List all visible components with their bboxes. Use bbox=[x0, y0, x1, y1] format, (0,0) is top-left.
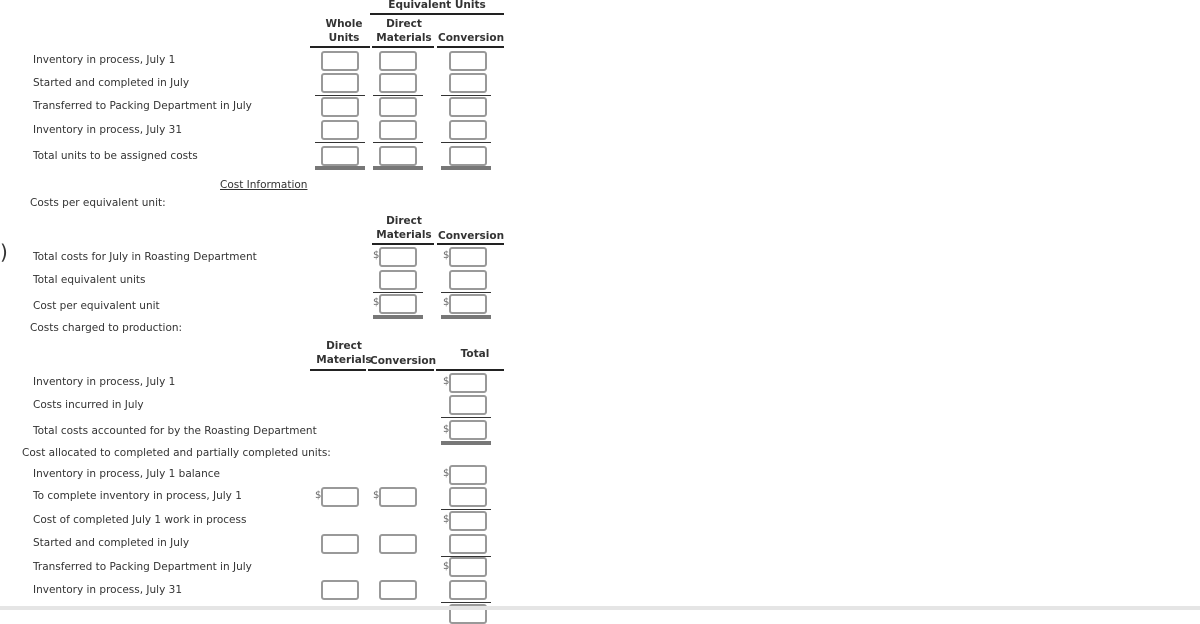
row-label: Started and completed in July bbox=[33, 537, 190, 549]
edge-fragment: ) bbox=[0, 240, 8, 264]
whole-units-header: Whole Units bbox=[325, 18, 363, 44]
divider bbox=[441, 95, 491, 96]
cost-information-link[interactable]: Cost Information bbox=[220, 179, 307, 191]
divider bbox=[441, 166, 491, 170]
total-costs-incurred-input[interactable] bbox=[449, 395, 487, 415]
row-label: Inventory in process, July 1 bbox=[33, 376, 176, 388]
divider bbox=[310, 369, 366, 371]
divider bbox=[372, 243, 434, 245]
row-label: Inventory in process, July 1 balance bbox=[33, 468, 221, 480]
conversion-header: Conversion bbox=[438, 230, 505, 242]
row-label: Started and completed in July bbox=[33, 77, 190, 89]
conversion-units-input[interactable] bbox=[449, 51, 487, 71]
row-label: To complete inventory in process, July 1 bbox=[33, 490, 242, 502]
dm-to-complete-input[interactable] bbox=[321, 487, 359, 507]
conversion-inventory-july31-input[interactable] bbox=[379, 580, 417, 600]
conversion-units-input[interactable] bbox=[449, 73, 487, 93]
dm-inventory-july31-input[interactable] bbox=[321, 580, 359, 600]
whole-units-input[interactable] bbox=[321, 51, 359, 71]
row-label: Total equivalent units bbox=[33, 274, 146, 286]
total-transferred-input[interactable] bbox=[449, 557, 487, 577]
row-label: Cost per equivalent unit bbox=[33, 300, 160, 312]
divider bbox=[441, 142, 491, 143]
divider bbox=[441, 602, 491, 603]
whole-units-input[interactable] bbox=[321, 97, 359, 117]
divider bbox=[373, 166, 423, 170]
divider bbox=[373, 142, 423, 143]
row-label: Inventory in process, July 1 bbox=[33, 54, 176, 66]
divider bbox=[373, 292, 423, 293]
divider bbox=[437, 46, 504, 48]
divider bbox=[373, 315, 423, 319]
row-label: Cost of completed July 1 work in process bbox=[33, 514, 247, 526]
footer-strip bbox=[0, 606, 1200, 610]
dm-units-input[interactable] bbox=[379, 97, 417, 117]
total-costs-accounted-input[interactable] bbox=[449, 420, 487, 440]
divider bbox=[441, 417, 491, 418]
equivalent-units-header: Equivalent Units bbox=[388, 0, 486, 11]
divider bbox=[372, 46, 434, 48]
total-completed-wip-input[interactable] bbox=[449, 511, 487, 531]
divider bbox=[368, 369, 434, 371]
conversion-units-input[interactable] bbox=[449, 97, 487, 117]
row-label: Transferred to Packing Department in Jul… bbox=[33, 100, 252, 112]
conversion-cost-per-unit-input[interactable] bbox=[449, 294, 487, 314]
conversion-units-input[interactable] bbox=[449, 146, 487, 166]
divider bbox=[315, 95, 365, 96]
dm-total-costs-input[interactable] bbox=[379, 247, 417, 267]
row-label: Inventory in process, July 31 bbox=[33, 124, 183, 136]
divider bbox=[441, 292, 491, 293]
divider bbox=[370, 13, 504, 15]
conversion-header: Conversion bbox=[370, 355, 437, 367]
divider bbox=[441, 441, 491, 445]
dm-equivalent-units-input[interactable] bbox=[379, 270, 417, 290]
direct-materials-header: Direct Materials bbox=[376, 215, 432, 241]
row-label: Inventory in process, July 31 bbox=[33, 584, 183, 596]
divider bbox=[310, 46, 370, 48]
row-label: Total units to be assigned costs bbox=[33, 150, 198, 162]
section-heading: Costs charged to production: bbox=[30, 322, 183, 334]
whole-units-input[interactable] bbox=[321, 120, 359, 140]
divider bbox=[441, 509, 491, 510]
conversion-total-costs-input[interactable] bbox=[449, 247, 487, 267]
conversion-started-completed-input[interactable] bbox=[379, 534, 417, 554]
direct-materials-header: Direct Materials bbox=[376, 18, 432, 44]
section-heading: Costs per equivalent unit: bbox=[30, 197, 166, 209]
total-started-completed-input[interactable] bbox=[449, 534, 487, 554]
total-header: Total bbox=[460, 348, 490, 360]
dm-units-input[interactable] bbox=[379, 120, 417, 140]
total-inventory-july31-input[interactable] bbox=[449, 580, 487, 600]
dm-started-completed-input[interactable] bbox=[321, 534, 359, 554]
row-label: Costs incurred in July bbox=[33, 399, 144, 411]
dm-units-input[interactable] bbox=[379, 146, 417, 166]
conversion-units-input[interactable] bbox=[449, 120, 487, 140]
total-inventory-balance-input[interactable] bbox=[449, 465, 487, 485]
direct-materials-header: Direct Materials bbox=[316, 340, 372, 366]
divider bbox=[441, 315, 491, 319]
section-heading: Cost allocated to completed and partiall… bbox=[22, 447, 331, 459]
total-to-complete-input[interactable] bbox=[449, 487, 487, 507]
divider bbox=[315, 142, 365, 143]
divider bbox=[315, 166, 365, 170]
dm-cost-per-unit-input[interactable] bbox=[379, 294, 417, 314]
whole-units-input[interactable] bbox=[321, 146, 359, 166]
row-label: Total costs for July in Roasting Departm… bbox=[33, 251, 257, 263]
row-label: Transferred to Packing Department in Jul… bbox=[33, 561, 252, 573]
row-label: Total costs accounted for by the Roastin… bbox=[33, 425, 317, 437]
total-inventory-july1-input[interactable] bbox=[449, 373, 487, 393]
conversion-to-complete-input[interactable] bbox=[379, 487, 417, 507]
divider bbox=[373, 95, 423, 96]
divider bbox=[437, 243, 504, 245]
conversion-equivalent-units-input[interactable] bbox=[449, 270, 487, 290]
divider bbox=[436, 369, 504, 371]
dm-units-input[interactable] bbox=[379, 51, 417, 71]
whole-units-input[interactable] bbox=[321, 73, 359, 93]
dm-units-input[interactable] bbox=[379, 73, 417, 93]
conversion-header: Conversion bbox=[438, 32, 505, 44]
